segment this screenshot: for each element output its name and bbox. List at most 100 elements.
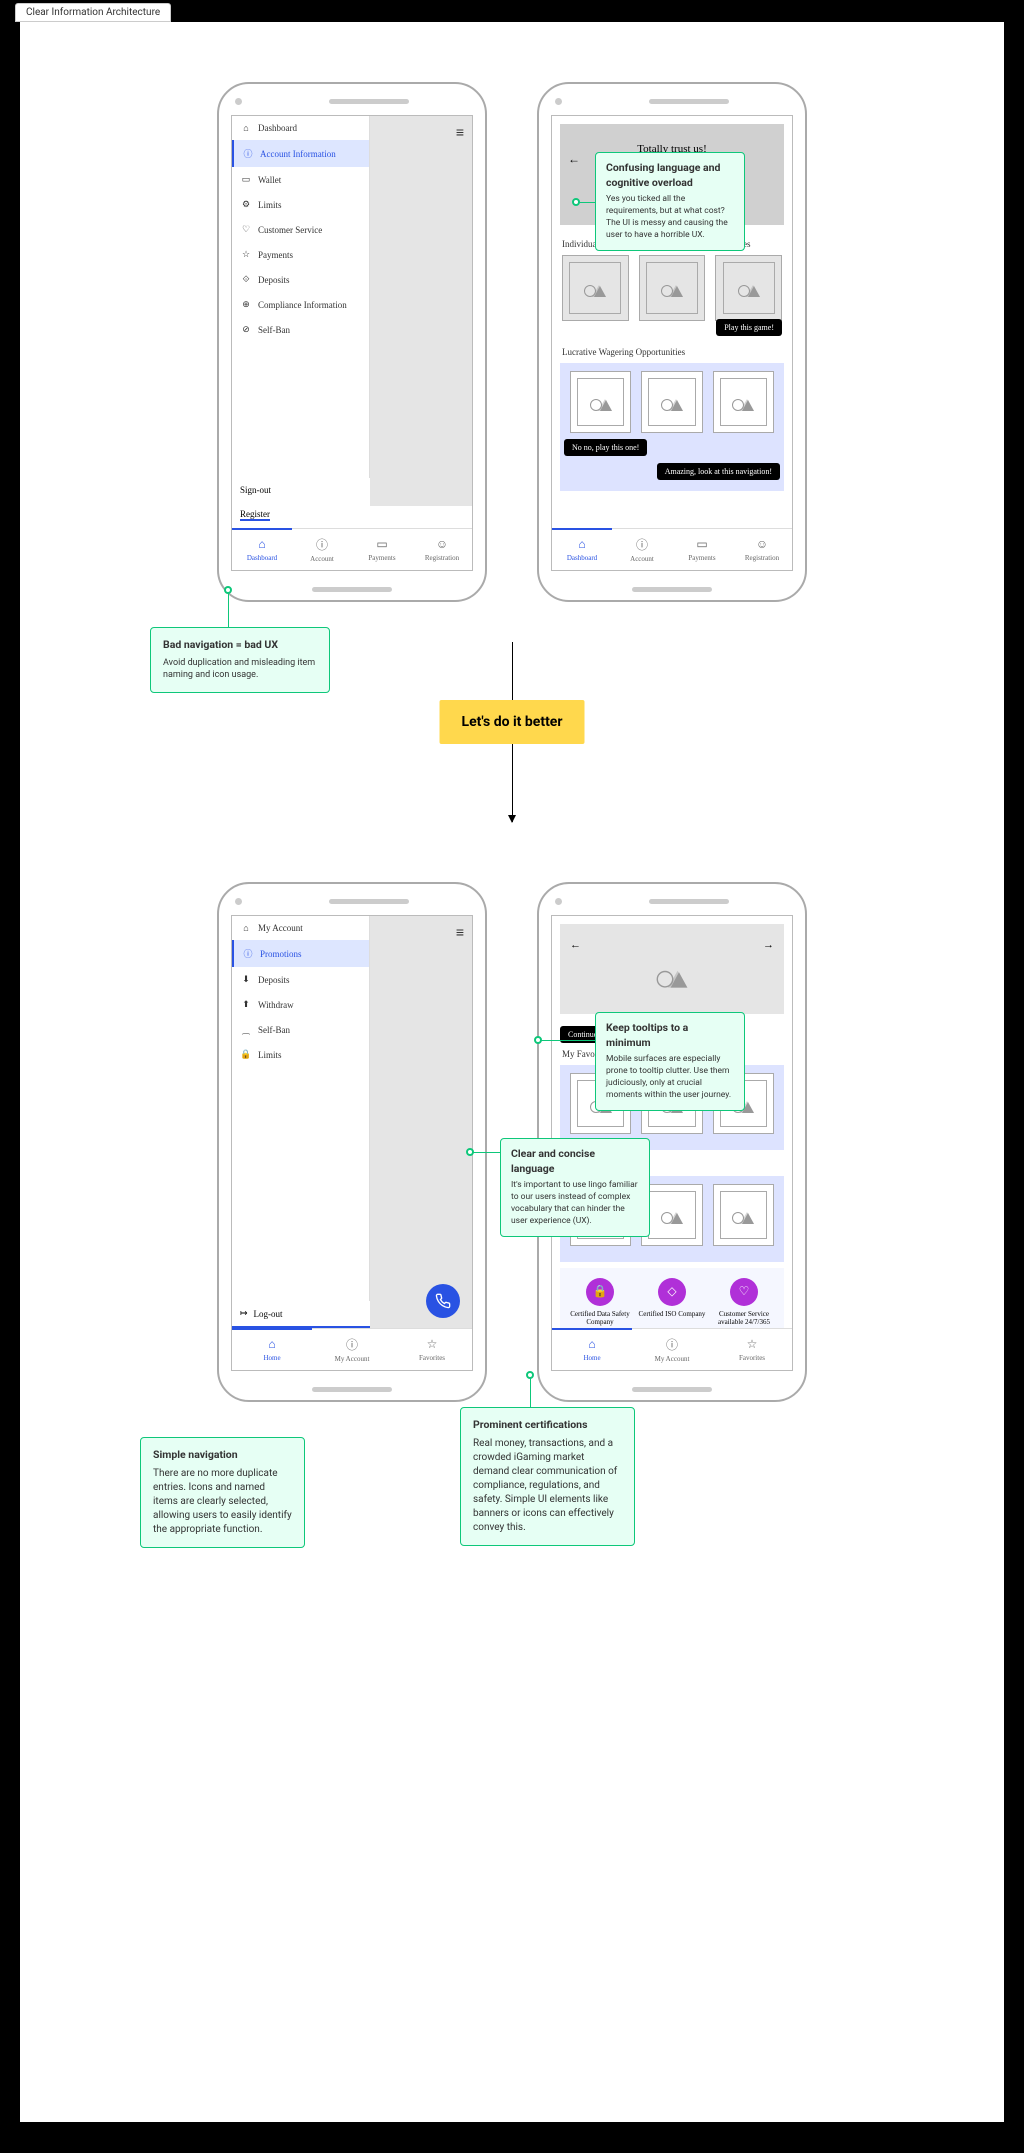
register-link[interactable]: Register [232,502,370,528]
game-thumb[interactable] [715,255,782,322]
game-thumb[interactable] [641,371,702,432]
callout-body: There are no more duplicate entries. Ico… [153,1468,292,1535]
game-thumb[interactable] [570,371,631,432]
callout-certifications: Prominent certifications Real money, tra… [460,1407,635,1546]
face-icon: ☺ [436,537,448,552]
tab-payments[interactable]: ▭Payments [352,529,412,570]
lock-icon: 🔒 [240,1049,252,1060]
tab-bar: ⌂Dashboard ⓘAccount ▭Payments ☺Registrat… [232,528,472,570]
game-thumb[interactable] [641,1184,702,1245]
callout-title: Prominent certifications [473,1418,622,1433]
nav-limits[interactable]: ⚙Limits [232,192,369,217]
card-icon: ▭ [240,174,252,185]
tab-bar-good: ⌂Home ⓘMy Account ☆Favorites [232,1328,472,1370]
home-icon: ⌂ [258,537,265,552]
callout-body: Yes you ticked all the requirements, but… [606,194,728,240]
pulse-icon: ⁔ [240,1024,252,1035]
better-label: Let's do it better [440,700,585,744]
tab-bar-good: ⌂Home ⓘMy Account ☆Favorites [552,1328,792,1370]
cert-support: ♡Customer Service available 24/7/365 [708,1278,780,1327]
tab-bar: ⌂Dashboard ⓘAccount ▭Payments ☺Registrat… [552,528,792,570]
hamburger-icon[interactable]: ≡ [456,124,464,141]
phone-bad-nav: ⌂Dashboard ⓘAccount Information ▭Wallet … [217,82,487,602]
callout-title: Simple navigation [153,1448,292,1463]
callout-body: Avoid duplication and misleading item na… [163,658,315,681]
gear-icon: ⚙ [240,199,252,210]
tooltip-nav: Amazing, look at this navigation! [657,463,780,480]
nav-customer-service[interactable]: ♡Customer Service [232,217,369,242]
nav-account-info[interactable]: ⓘAccount Information [232,140,369,167]
tab-favorites[interactable]: ☆Favorites [392,1329,472,1370]
drawer-footer-good: ↦Log-out [232,1301,370,1328]
phone-icon [435,1293,451,1309]
nav-limits[interactable]: 🔒Limits [232,1042,369,1067]
info-icon: ⓘ [242,947,254,960]
tab-account[interactable]: ⓘAccount [612,529,672,570]
star-icon: ☆ [240,249,252,260]
tab-payments[interactable]: ▭Payments [672,529,732,570]
prev-icon[interactable]: ← [570,938,581,951]
heart-icon: ♡ [730,1278,758,1306]
screen: ⌂My Account ⓘPromotions ⬇Deposits ⬆Withd… [231,915,473,1371]
home-icon: ⌂ [240,123,252,133]
fab-call[interactable] [426,1284,460,1318]
tab-my-account[interactable]: ⓘMy Account [312,1329,392,1370]
nav-deposits[interactable]: ⬇Deposits [232,967,369,992]
nav-my-account[interactable]: ⌂My Account [232,916,369,940]
tab-dashboard[interactable]: ⌂Dashboard [232,529,292,570]
callout-title: Clear and concise language [511,1147,639,1176]
tab-home[interactable]: ⌂Home [232,1329,312,1370]
cert-iso: ◇Certified ISO Company [636,1278,708,1327]
tab-registration[interactable]: ☺Registration [412,529,472,570]
sign-out-link[interactable]: Sign-out [232,478,370,502]
tab-home[interactable]: ⌂Home [552,1329,632,1370]
next-icon[interactable]: → [763,938,774,951]
page-tab: Clear Information Architecture [15,3,171,22]
game-thumb[interactable] [713,371,774,432]
callout-language: Clear and concise language It's importan… [500,1138,650,1237]
home-icon: ⌂ [240,923,252,933]
nav-compliance[interactable]: ⊕Compliance Information [232,292,369,317]
section-header-2: Lucrative Wagering Opportunities [552,341,792,363]
alert-icon: ⊘ [240,324,252,335]
callout-body: It's important to use lingo familiar to … [511,1180,638,1226]
game-thumb[interactable] [713,1184,774,1245]
nav-payments[interactable]: ☆Payments [232,242,369,267]
tab-favorites[interactable]: ☆Favorites [712,1329,792,1370]
callout-simple-nav: Simple navigation There are no more dupl… [140,1437,305,1548]
tooltip-play: Play this game! [716,319,782,336]
info-icon: ⓘ [346,1336,358,1353]
game-thumb[interactable] [562,255,629,322]
lock-icon: 🔒 [586,1278,614,1306]
logout-icon: ↦ [240,1308,248,1319]
game-thumb[interactable] [639,255,706,322]
callout-body: Real money, transactions, and a crowded … [473,1438,617,1533]
nav-self-ban[interactable]: ⊘Self-Ban [232,317,369,342]
back-icon[interactable]: ← [568,152,580,166]
nav-promotions[interactable]: ⓘPromotions [232,940,369,967]
wagering-section: No no, play this one! Amazing, look at t… [560,363,784,490]
star-icon: ☆ [427,1337,438,1352]
nav-withdraw[interactable]: ⬆Withdraw [232,992,369,1017]
hamburger-icon[interactable]: ≡ [456,924,464,941]
home-icon: ⌂ [268,1337,275,1352]
game-row-1 [552,255,792,322]
logout-link[interactable]: ↦Log-out [232,1301,370,1328]
tab-registration[interactable]: ☺Registration [732,529,792,570]
globe-icon: ⊕ [240,299,252,310]
nav-self-ban[interactable]: ⁔Self-Ban [232,1017,369,1042]
tab-account[interactable]: ⓘAccount [292,529,352,570]
heart-icon: ♡ [240,224,252,235]
tab-dashboard[interactable]: ⌂Dashboard [552,529,612,570]
canvas: ⌂Dashboard ⓘAccount Information ▭Wallet … [20,22,1004,2122]
good-examples-row: ⌂My Account ⓘPromotions ⬇Deposits ⬆Withd… [60,882,964,1402]
info-icon: ⓘ [242,147,254,160]
nav-dashboard[interactable]: ⌂Dashboard [232,116,369,140]
cert-data-safety: 🔒Certified Data Safety Company [564,1278,636,1327]
certifications: 🔒Certified Data Safety Company ◇Certifie… [560,1268,784,1328]
nav-wallet[interactable]: ▭Wallet [232,167,369,192]
nav-deposits[interactable]: ⟐Deposits [232,267,369,292]
drawer-footer: Sign-out Register [232,478,370,528]
bad-examples-row: ⌂Dashboard ⓘAccount Information ▭Wallet … [60,82,964,602]
tab-my-account[interactable]: ⓘMy Account [632,1329,712,1370]
